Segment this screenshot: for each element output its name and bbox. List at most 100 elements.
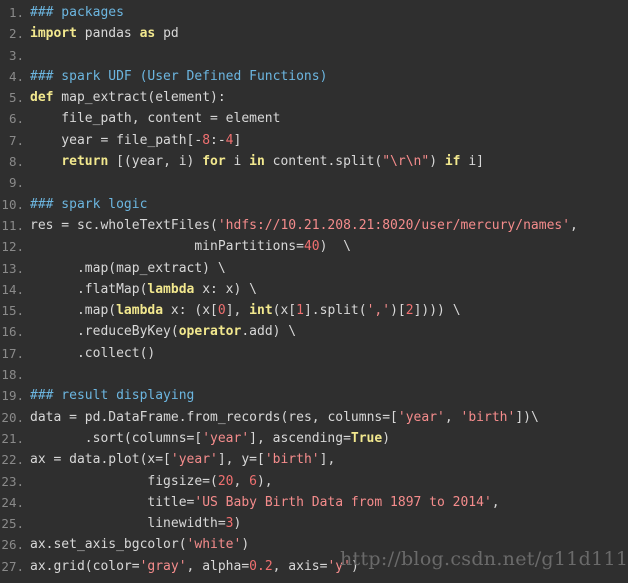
line-number: 4. <box>8 68 24 84</box>
token-plain: ].split( <box>303 303 367 319</box>
code-line[interactable]: 23. figsize=(20, 6), <box>0 471 628 492</box>
token-keyword: True <box>350 430 383 446</box>
token-plain: :- <box>210 132 226 148</box>
code-line-content: return [(year, i) for i in content.split… <box>30 151 628 172</box>
token-string: 'gray' <box>139 558 187 574</box>
code-line[interactable]: 17. .collect() <box>0 343 628 364</box>
token-plain: [(year, i) <box>108 154 203 170</box>
code-line[interactable]: 25. linewidth=3) <box>0 513 628 534</box>
token-plain: map_extract(element): <box>53 90 226 106</box>
token-keyword: def <box>30 90 54 106</box>
code-line[interactable]: 6. file_path, content = element <box>0 108 628 129</box>
line-number: 8. <box>8 154 24 170</box>
token-plain: pd <box>155 26 179 42</box>
token-plain: (x[ <box>272 303 297 319</box>
token-plain: ] <box>233 132 242 148</box>
code-line[interactable]: 12. minPartitions=40) \ <box>0 236 628 257</box>
token-plain: ) <box>382 430 391 446</box>
token-number: 0 <box>217 303 226 319</box>
token-keyword: import <box>30 26 77 42</box>
token-plain: ) \ <box>319 239 351 255</box>
token-plain: ax.set_axis_bgcolor( <box>30 537 187 553</box>
line-number: 11. <box>1 217 24 233</box>
code-line-content: title='US Baby Birth Data from 1897 to 2… <box>30 492 628 513</box>
code-line[interactable]: 5. def map_extract(element): <box>0 87 628 108</box>
token-plain: title= <box>30 494 195 510</box>
code-line-content: .reduceByKey(operator.add) \ <box>30 321 628 342</box>
token-keyword: if <box>444 154 461 170</box>
code-line-content: .flatMap(lambda x: x) \ <box>30 279 628 300</box>
token-plain: .map(map_extract) \ <box>30 260 226 276</box>
code-line-content: data = pd.DataFrame.from_records(res, co… <box>30 407 628 428</box>
code-line-content: figsize=(20, 6), <box>30 471 628 492</box>
token-plain: , alpha= <box>186 558 250 574</box>
token-keyword: as <box>139 26 156 42</box>
code-line[interactable]: 10. ### spark logic <box>0 194 628 215</box>
code-line-content: year = file_path[-8:-4] <box>30 130 628 151</box>
code-line[interactable]: 18. <box>0 364 628 385</box>
token-plain: ), <box>256 473 273 489</box>
code-line[interactable]: 14. .flatMap(lambda x: x) \ <box>0 279 628 300</box>
token-plain: ]))) \ <box>413 303 461 319</box>
code-line[interactable]: 8. return [(year, i) for i in content.sp… <box>0 151 628 172</box>
token-plain: ax.grid(color= <box>30 558 140 574</box>
token-number: 8 <box>202 132 211 148</box>
code-line-content: .map(lambda x: (x[0], int(x[1].split(','… <box>30 300 628 321</box>
code-line-list: 1. ### packages 2. import pandas as pd 3. 4. #… <box>0 0 628 577</box>
code-line[interactable]: 9. <box>0 172 628 193</box>
token-plain: x: x) \ <box>194 281 257 297</box>
line-number: 5. <box>8 90 24 106</box>
token-plain: , <box>233 473 250 489</box>
code-line-content: res = sc.wholeTextFiles('hdfs://10.21.20… <box>30 215 628 236</box>
token-number: 0.2 <box>249 558 273 574</box>
code-line[interactable]: 1. ### packages <box>0 2 628 23</box>
code-line[interactable]: 11. res = sc.wholeTextFiles('hdfs://10.21… <box>0 215 628 236</box>
token-plain: ], <box>225 303 250 319</box>
code-line-content: file_path, content = element <box>30 108 628 129</box>
code-line[interactable]: 20. data = pd.DataFrame.from_records(res,… <box>0 407 628 428</box>
token-plain: ) <box>241 537 250 553</box>
line-number: 23. <box>1 473 24 489</box>
token-plain: ], y=[ <box>217 452 265 468</box>
token-plain: .collect() <box>30 345 156 361</box>
code-line[interactable]: 24. title='US Baby Birth Data from 1897 … <box>0 492 628 513</box>
token-plain: minPartitions= <box>30 239 304 255</box>
line-number: 12. <box>1 239 24 255</box>
code-line[interactable]: 3. <box>0 45 628 66</box>
code-line[interactable]: 4. ### spark UDF (User Defined Functions) <box>0 66 628 87</box>
token-string: ',' <box>366 303 391 319</box>
code-line[interactable]: 22. ax = data.plot(x=['year'], y=['birth'… <box>0 449 628 470</box>
token-keyword: return <box>61 154 109 170</box>
code-line[interactable]: 27. ax.grid(color='gray', alpha=0.2, axis… <box>0 556 628 577</box>
line-number: 24. <box>1 494 24 510</box>
code-line-content: .sort(columns=['year'], ascending=True) <box>30 428 628 449</box>
code-viewer[interactable]: 1. ### packages 2. import pandas as pd 3. 4. #… <box>0 0 628 583</box>
code-line[interactable]: 7. year = file_path[-8:-4] <box>0 130 628 151</box>
line-number: 10. <box>1 196 24 212</box>
token-keyword: lambda <box>147 281 195 297</box>
token-number: 6 <box>249 473 257 489</box>
code-line[interactable]: 19. ### result displaying <box>0 385 628 406</box>
token-keyword: lambda <box>116 303 164 319</box>
line-number: 20. <box>1 409 24 425</box>
token-plain: linewidth= <box>30 516 226 532</box>
token-plain: .reduceByKey( <box>30 324 179 340</box>
code-line[interactable]: 16. .reduceByKey(operator.add) \ <box>0 321 628 342</box>
token-string: 'year' <box>397 409 445 425</box>
code-line[interactable]: 15. .map(lambda x: (x[0], int(x[1].split… <box>0 300 628 321</box>
line-number: 9. <box>8 175 24 191</box>
token-keyword: in <box>249 154 265 170</box>
code-line[interactable]: 13. .map(map_extract) \ <box>0 258 628 279</box>
code-line[interactable]: 26. ax.set_axis_bgcolor('white') <box>0 534 628 555</box>
token-number: 4 <box>225 132 234 148</box>
token-plain: .add) \ <box>241 324 297 340</box>
line-number: 16. <box>1 324 24 340</box>
token-plain: ], ascending= <box>249 430 351 446</box>
token-builtin: int <box>249 303 273 319</box>
code-line-content: .collect() <box>30 343 628 364</box>
token-plain: figsize=( <box>30 473 218 489</box>
code-line-content: ### spark UDF (User Defined Functions) <box>30 66 628 87</box>
code-line[interactable]: 21. .sort(columns=['year'], ascending=Tr… <box>0 428 628 449</box>
code-line[interactable]: 2. import pandas as pd <box>0 23 628 44</box>
token-plain: content.split( <box>264 154 383 170</box>
